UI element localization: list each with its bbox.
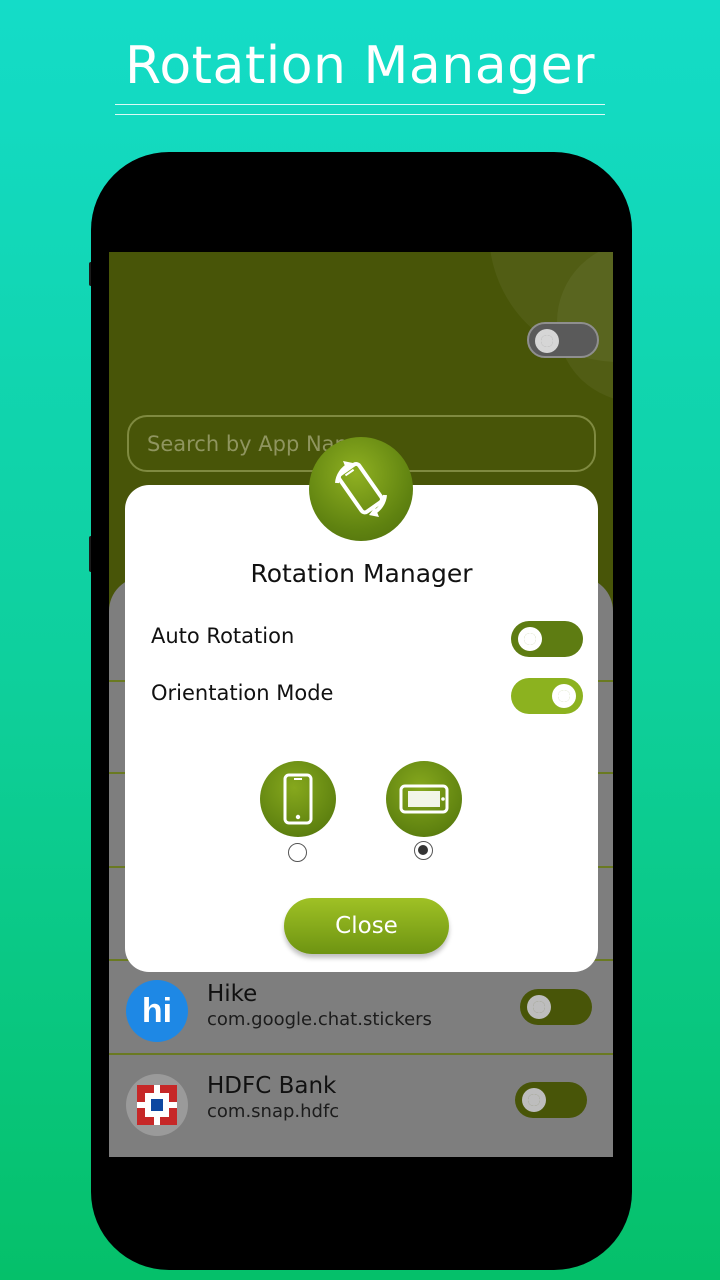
app-package: com.snap.hdfc — [207, 1101, 340, 1122]
toggle-knob — [518, 627, 542, 651]
orientation-mode-label: Orientation Mode — [151, 681, 334, 705]
app-name: Hike — [207, 981, 258, 1007]
dialog-title: Rotation Manager — [250, 559, 473, 588]
app-name: HDFC Bank — [207, 1073, 337, 1099]
promo-title: Rotation Manager — [125, 36, 595, 96]
landscape-phone-icon — [399, 784, 449, 814]
toggle-knob — [527, 995, 551, 1019]
auto-rotation-label: Auto Rotation — [151, 624, 295, 648]
promo-divider — [115, 114, 605, 115]
rotation-dialog: Rotation Manager Auto Rotation Orientati… — [125, 485, 598, 972]
auto-rotation-toggle[interactable] — [511, 621, 583, 657]
list-item[interactable]: HDFC Bank com.snap.hdfc — [109, 1056, 613, 1148]
toggle-knob — [552, 684, 576, 708]
hdfc-logo-icon — [126, 1074, 188, 1136]
portrait-phone-icon — [283, 773, 313, 825]
orientation-mode-toggle[interactable] — [511, 678, 583, 714]
toggle-knob — [535, 329, 559, 353]
landscape-radio[interactable] — [414, 841, 433, 860]
list-item[interactable]: hi Hike com.google.chat.stickers — [109, 962, 613, 1054]
landscape-button[interactable] — [386, 761, 462, 837]
hike-logo-icon: hi — [126, 980, 188, 1042]
close-button[interactable]: Close — [284, 898, 449, 954]
app-package: com.google.chat.stickers — [207, 1009, 432, 1030]
toggle-knob — [522, 1088, 546, 1112]
portrait-button[interactable] — [260, 761, 336, 837]
screen-rotation-icon — [309, 437, 413, 541]
app-rotation-toggle[interactable] — [515, 1082, 587, 1118]
app-rotation-toggle[interactable] — [520, 989, 592, 1025]
master-toggle[interactable] — [527, 322, 599, 358]
radio-selected-dot — [418, 845, 428, 855]
promo-divider — [115, 104, 605, 105]
portrait-radio[interactable] — [288, 843, 307, 862]
